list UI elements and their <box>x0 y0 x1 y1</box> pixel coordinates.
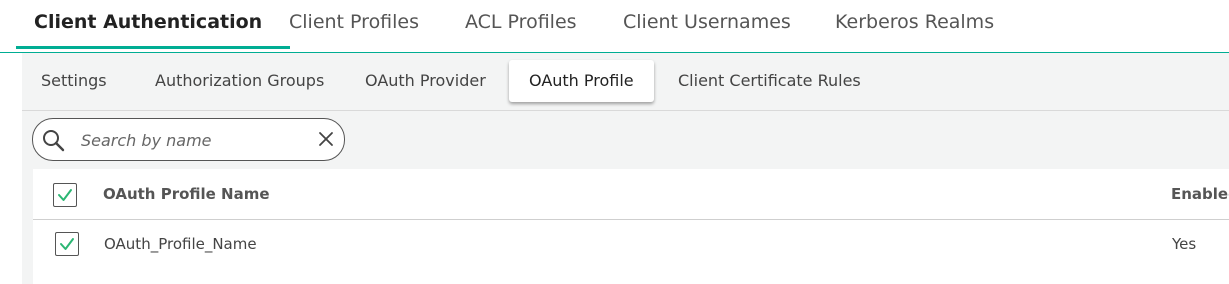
subtab-client-certificate-rules[interactable]: Client Certificate Rules <box>678 53 861 110</box>
subtab-settings[interactable]: Settings <box>41 53 107 110</box>
sub-tab-bar: Settings Authorization Groups OAuth Prov… <box>22 53 1229 111</box>
row-checkbox[interactable] <box>55 232 79 256</box>
oauth-profile-table: OAuth Profile Name Enabled OAuth_Profile… <box>33 169 1229 284</box>
column-header-name[interactable]: OAuth Profile Name <box>103 169 270 219</box>
search-icon <box>43 130 65 152</box>
column-header-enabled[interactable]: Enabled <box>1171 169 1229 219</box>
top-tab-bar: Client Authentication Client Profiles AC… <box>0 0 1229 53</box>
table-header: OAuth Profile Name Enabled <box>33 169 1229 220</box>
check-icon <box>60 238 74 250</box>
subtab-oauth-provider[interactable]: OAuth Provider <box>365 53 486 110</box>
subtab-oauth-profile[interactable]: OAuth Profile <box>509 60 654 102</box>
table-row[interactable]: OAuth_Profile_Name Yes <box>33 220 1229 270</box>
subtab-authorization-groups[interactable]: Authorization Groups <box>155 53 324 110</box>
tab-client-profiles[interactable]: Client Profiles <box>289 0 419 50</box>
search-box <box>32 118 345 161</box>
row-profile-name[interactable]: OAuth_Profile_Name <box>104 220 257 268</box>
check-icon <box>58 189 72 201</box>
tab-kerberos-realms[interactable]: Kerberos Realms <box>835 0 994 50</box>
select-all-checkbox[interactable] <box>53 183 77 207</box>
tab-client-usernames[interactable]: Client Usernames <box>623 0 791 50</box>
tab-acl-profiles[interactable]: ACL Profiles <box>465 0 577 50</box>
row-enabled-value: Yes <box>1172 235 1197 253</box>
tab-client-authentication[interactable]: Client Authentication <box>15 0 291 50</box>
search-input[interactable] <box>79 129 303 151</box>
content-panel: Settings Authorization Groups OAuth Prov… <box>22 53 1229 284</box>
close-icon[interactable] <box>317 130 335 148</box>
